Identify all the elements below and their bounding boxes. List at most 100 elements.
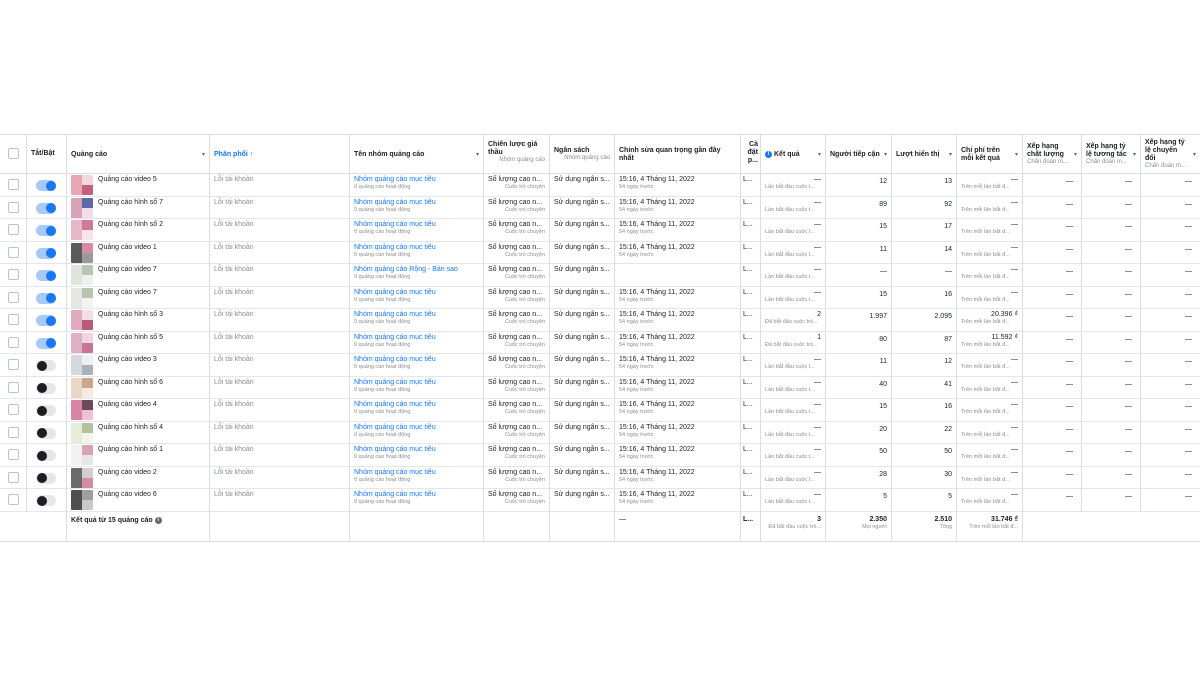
col-quality[interactable]: Xếp hạng chất lượng Chẩn đoán m... ▾: [1023, 135, 1082, 174]
ad-name[interactable]: Quảng cáo video 3: [98, 356, 157, 364]
ad-name[interactable]: Quảng cáo video 6: [98, 491, 157, 499]
ad-name-cell[interactable]: Quảng cáo video 4: [67, 399, 210, 422]
ad-name-cell[interactable]: Quảng cáo video 7: [67, 286, 210, 309]
ad-name[interactable]: Quảng cáo video 7: [98, 266, 157, 274]
col-budget[interactable]: Ngân sách Nhóm quảng cáo: [550, 135, 615, 174]
row-checkbox[interactable]: [8, 269, 19, 280]
ad-name-cell[interactable]: Quảng cáo hình số 1: [67, 444, 210, 467]
row-checkbox[interactable]: [8, 404, 19, 415]
ad-name-cell[interactable]: Quảng cáo hình số 6: [67, 376, 210, 399]
col-conversion[interactable]: Xếp hạng tỷ lệ chuyển đổi Chẩn đoán m...…: [1141, 135, 1200, 174]
adset-link[interactable]: Nhóm quảng cáo mục tiêu: [354, 446, 479, 454]
row-checkbox[interactable]: [8, 449, 19, 460]
row-checkbox[interactable]: [8, 494, 19, 505]
info-icon[interactable]: i: [154, 516, 162, 524]
ad-name-cell[interactable]: Quảng cáo hình số 2: [67, 219, 210, 242]
adset-link[interactable]: Nhóm quảng cáo mục tiêu: [354, 221, 479, 229]
ad-name-cell[interactable]: Quảng cáo video 7: [67, 264, 210, 287]
ad-name[interactable]: Quảng cáo video 1: [98, 244, 157, 252]
ad-name-cell[interactable]: Quảng cáo video 5: [67, 174, 210, 197]
row-checkbox[interactable]: [8, 179, 19, 190]
table-row[interactable]: Quảng cáo video 7 Lỗi tài khoản Nhóm quảng…: [0, 286, 1200, 309]
adset-link[interactable]: Nhóm quảng cáo mục tiêu: [354, 401, 479, 409]
ad-name[interactable]: Quảng cáo hình số 7: [98, 199, 163, 207]
table-row[interactable]: Quảng cáo hình số 6 Lỗi tài khoản Nhóm quả…: [0, 376, 1200, 399]
adset-link[interactable]: Nhóm quảng cáo mục tiêu: [354, 356, 479, 364]
ad-status-toggle[interactable]: [36, 472, 56, 484]
row-checkbox[interactable]: [8, 201, 19, 213]
table-row[interactable]: Quảng cáo video 5 Lỗi tài khoản Nhóm quảng…: [0, 174, 1200, 197]
ad-status-toggle[interactable]: [36, 427, 56, 439]
row-checkbox[interactable]: [8, 314, 19, 325]
adset-link[interactable]: Nhóm quảng cáo mục tiêu: [354, 199, 479, 207]
ad-name-cell[interactable]: Quảng cáo video 6: [67, 489, 210, 512]
table-row[interactable]: Quảng cáo video 6 Lỗi tài khoản Nhóm quảng…: [0, 489, 1200, 512]
ad-status-toggle[interactable]: [36, 450, 56, 461]
row-checkbox[interactable]: [8, 381, 19, 393]
row-checkbox[interactable]: [8, 336, 19, 348]
col-edited[interactable]: Chỉnh sửa quan trọng gần đây nhất: [615, 135, 741, 174]
ad-name-cell[interactable]: Quảng cáo video 1: [67, 241, 210, 264]
adset-link[interactable]: Nhóm quảng cáo mục tiêu: [354, 491, 479, 499]
ad-name[interactable]: Quảng cáo hình số 6: [98, 379, 163, 387]
ad-name[interactable]: Quảng cáo hình số 3: [98, 311, 163, 319]
col-bid[interactable]: Chiến lược giá thầu Nhóm quảng cáo: [484, 135, 550, 174]
ad-status-toggle[interactable]: [36, 382, 56, 394]
table-row[interactable]: Quảng cáo hình số 2 Lỗi tài khoản Nhóm quả…: [0, 219, 1200, 242]
ad-name[interactable]: Quảng cáo hình số 4: [98, 424, 163, 432]
ad-name-cell[interactable]: Quảng cáo hình số 3: [67, 309, 210, 332]
ad-name[interactable]: Quảng cáo video 7: [98, 289, 157, 297]
ad-name-cell[interactable]: Quảng cáo video 2: [67, 466, 210, 489]
table-row[interactable]: Quảng cáo video 4 Lỗi tài khoản Nhóm quảng…: [0, 399, 1200, 422]
col-toggle[interactable]: Tắt/Bật: [27, 135, 67, 174]
row-checkbox[interactable]: [8, 426, 19, 438]
table-row[interactable]: Quảng cáo hình số 4 Lỗi tài khoản Nhóm quả…: [0, 421, 1200, 444]
ad-status-toggle[interactable]: [36, 337, 56, 349]
ad-name-cell[interactable]: Quảng cáo hình số 5: [67, 331, 210, 354]
col-adset[interactable]: Tên nhóm quảng cáo ▾: [350, 135, 484, 174]
adset-link[interactable]: Nhóm quảng cáo mục tiêu: [354, 334, 479, 342]
table-row[interactable]: Quảng cáo video 1 Lỗi tài khoản Nhóm quảng…: [0, 241, 1200, 264]
ad-status-toggle[interactable]: [36, 360, 56, 371]
adset-link[interactable]: Nhóm quảng cáo Rộng - Bản sao: [354, 266, 479, 274]
row-checkbox[interactable]: [8, 246, 19, 258]
table-row[interactable]: Quảng cáo video 3 Lỗi tài khoản Nhóm quảng…: [0, 354, 1200, 377]
ad-name[interactable]: Quảng cáo video 2: [98, 469, 157, 477]
ad-name[interactable]: Quảng cáo hình số 2: [98, 221, 163, 229]
adset-link[interactable]: Nhóm quảng cáo mục tiêu: [354, 311, 479, 319]
ad-name-cell[interactable]: Quảng cáo hình số 4: [67, 421, 210, 444]
col-ad[interactable]: Quảng cáo ▾: [67, 135, 210, 174]
adset-link[interactable]: Nhóm quảng cáo mục tiêu: [354, 379, 479, 387]
row-checkbox[interactable]: [8, 359, 19, 370]
row-checkbox[interactable]: [8, 224, 19, 235]
col-delivery[interactable]: Phân phối ↑: [210, 135, 350, 174]
table-row[interactable]: Quảng cáo video 2 Lỗi tài khoản Nhóm quảng…: [0, 466, 1200, 489]
select-all-checkbox[interactable]: [8, 148, 19, 159]
row-checkbox[interactable]: [8, 291, 19, 303]
ad-name-cell[interactable]: Quảng cáo hình số 7: [67, 196, 210, 219]
ad-status-toggle[interactable]: [36, 202, 56, 214]
col-results[interactable]: i Kết quả ▾: [761, 135, 826, 174]
adset-link[interactable]: Nhóm quảng cáo mục tiêu: [354, 424, 479, 432]
ad-name[interactable]: Quảng cáo hình số 1: [98, 446, 163, 454]
table-row[interactable]: Quảng cáo video 7 Lỗi tài khoản Nhóm quảng…: [0, 264, 1200, 287]
table-row[interactable]: Quảng cáo hình số 7 Lỗi tài khoản Nhóm quả…: [0, 196, 1200, 219]
adset-link[interactable]: Nhóm quảng cáo mục tiêu: [354, 469, 479, 477]
adset-link[interactable]: Nhóm quảng cáo mục tiêu: [354, 289, 479, 297]
ad-status-toggle[interactable]: [36, 315, 56, 326]
ad-status-toggle[interactable]: [36, 405, 56, 416]
col-cpr[interactable]: Chi phí trên mỗi kết quả ▾: [957, 135, 1023, 174]
ad-name[interactable]: Quảng cáo hình số 5: [98, 334, 163, 342]
adset-link[interactable]: Nhóm quảng cáo mục tiêu: [354, 176, 479, 184]
adset-link[interactable]: Nhóm quảng cáo mục tiêu: [354, 244, 479, 252]
ad-name[interactable]: Quảng cáo video 4: [98, 401, 157, 409]
ad-status-toggle[interactable]: [36, 180, 56, 191]
col-impressions[interactable]: Lượt hiển thị ▾: [892, 135, 957, 174]
table-row[interactable]: Quảng cáo hình số 5 Lỗi tài khoản Nhóm quả…: [0, 331, 1200, 354]
ad-status-toggle[interactable]: [36, 292, 56, 304]
col-attribution[interactable]: Cà đặt p...: [741, 135, 761, 174]
row-checkbox[interactable]: [8, 471, 19, 483]
table-row[interactable]: Quảng cáo hình số 1 Lỗi tài khoản Nhóm quả…: [0, 444, 1200, 467]
ad-name[interactable]: Quảng cáo video 5: [98, 176, 157, 184]
col-reach[interactable]: Người tiếp cận ▾: [826, 135, 892, 174]
